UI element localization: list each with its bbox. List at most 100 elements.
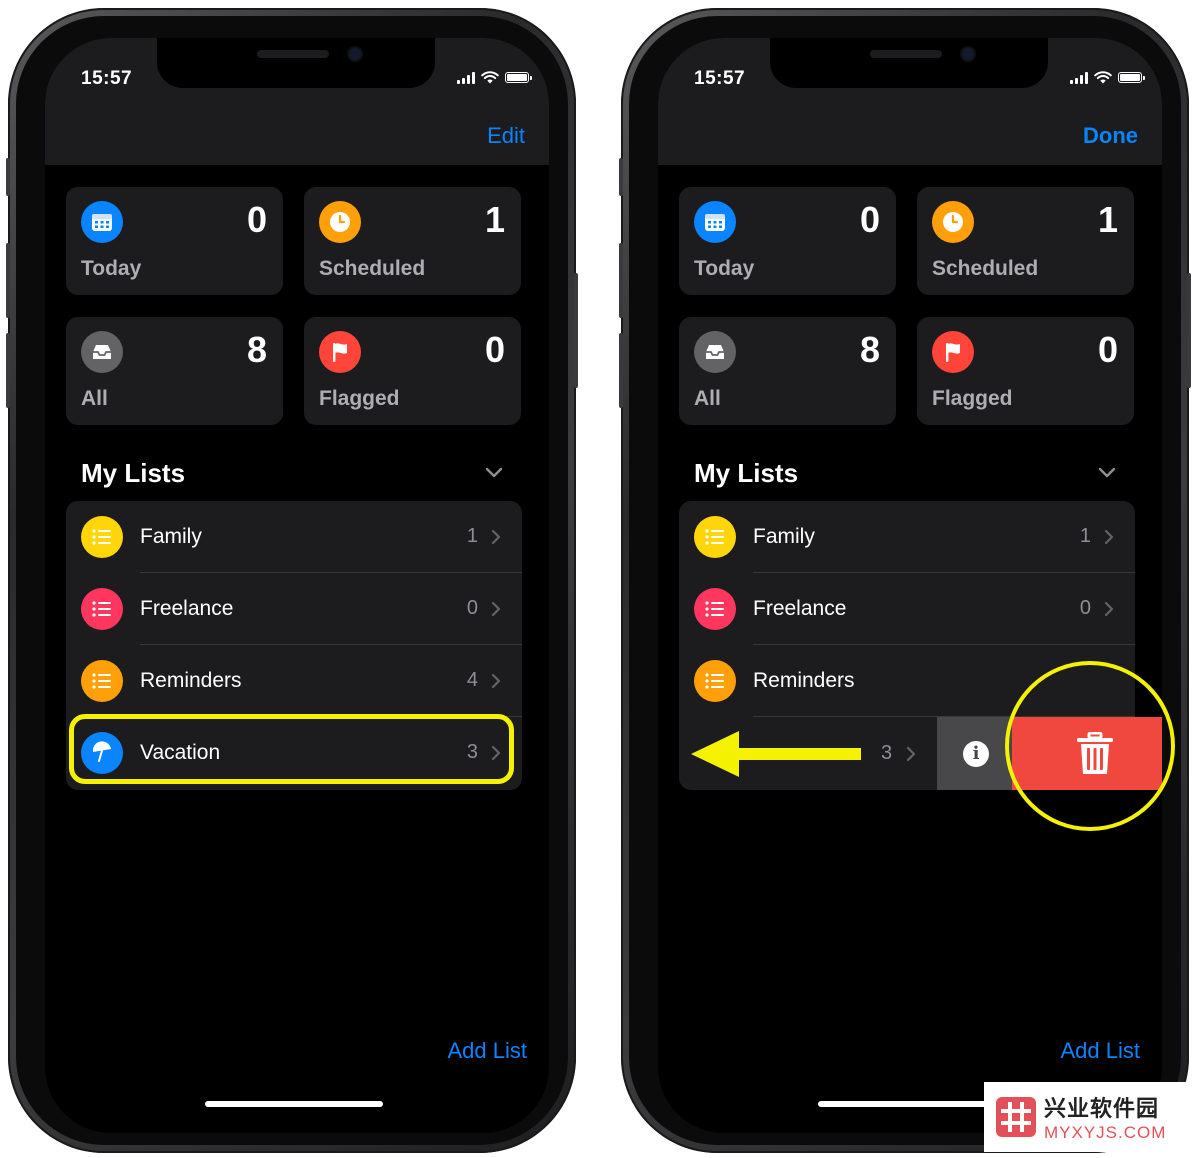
today-count: 0 [246, 199, 267, 240]
side-button [619, 158, 623, 196]
list-name: Family [140, 525, 202, 548]
smart-list-today[interactable]: 0 Today [66, 187, 283, 295]
scheduled-count: 1 [1097, 199, 1118, 240]
power-button [1187, 273, 1191, 388]
smart-list-flagged[interactable]: 0 Flagged [917, 317, 1134, 425]
all-label: All [694, 387, 721, 410]
chevron-right-icon [491, 601, 501, 617]
list-icon [81, 516, 123, 558]
list-item-family[interactable]: Family 1 [66, 501, 522, 573]
list-name: Freelance [753, 597, 847, 620]
smart-list-all[interactable]: 8 All [679, 317, 896, 425]
speaker [870, 50, 942, 58]
watermark-en: MYXYJS.COM [1044, 1123, 1167, 1142]
left-phone: 15:57 Edit 0 Today 1 Scheduled 8 All 0 F… [6, 8, 578, 1153]
list-count: 1 [466, 525, 478, 547]
flagged-count: 0 [1097, 329, 1118, 370]
volume-up-button [619, 243, 623, 318]
list-icon [694, 588, 736, 630]
info-button[interactable]: i [937, 717, 1015, 790]
watermark-cn: 兴业软件园 [1044, 1097, 1160, 1122]
wifi-icon [1094, 71, 1112, 84]
list-icon [694, 516, 736, 558]
cellular-signal-icon [457, 71, 475, 84]
smart-list-scheduled[interactable]: 1 Scheduled [304, 187, 521, 295]
tray-icon [81, 331, 123, 373]
watermark-text: 兴业软件园 MYXYJS.COM [1044, 1091, 1166, 1143]
list-name: Freelance [140, 597, 234, 620]
screen: 15:57 Done 0 Today 1 Scheduled 8 All 0 F… [658, 38, 1162, 1133]
list-item-freelance[interactable]: Freelance 0 [679, 573, 1135, 645]
chevron-right-icon [491, 529, 501, 545]
cellular-signal-icon [1070, 71, 1088, 84]
notch [157, 38, 435, 88]
list-count: 1 [1079, 525, 1091, 547]
my-lists-heading: My Lists [694, 458, 799, 488]
list-name: Reminders [140, 669, 242, 692]
watermark: 兴业软件园 MYXYJS.COM [984, 1082, 1190, 1152]
info-icon: i [963, 740, 989, 767]
list-icon [81, 588, 123, 630]
add-list-button[interactable]: Add List [448, 1038, 528, 1064]
home-indicator[interactable] [818, 1101, 996, 1107]
list-count: 0 [466, 597, 478, 619]
clock-icon [319, 201, 361, 243]
list-name: Reminders [753, 669, 855, 692]
today-count: 0 [859, 199, 880, 240]
chevron-right-icon [491, 673, 501, 689]
chevron-right-icon [906, 746, 916, 762]
my-lists: Family 1 Freelance 0 Reminders 4 Vacatio… [66, 501, 522, 790]
camera [962, 48, 974, 60]
right-phone: 15:57 Done 0 Today 1 Scheduled 8 All 0 F… [619, 8, 1191, 1153]
camera [349, 48, 361, 60]
tray-icon [694, 331, 736, 373]
status-time: 15:57 [694, 68, 746, 89]
scheduled-count: 1 [484, 199, 505, 240]
chevron-down-icon[interactable] [485, 466, 503, 478]
flag-icon [319, 331, 361, 373]
screen: 15:57 Edit 0 Today 1 Scheduled 8 All 0 F… [45, 38, 549, 1133]
smart-list-scheduled[interactable]: 1 Scheduled [917, 187, 1134, 295]
status-icons [457, 71, 532, 84]
flagged-count: 0 [484, 329, 505, 370]
my-lists-heading: My Lists [81, 458, 186, 488]
speaker [257, 50, 329, 58]
flagged-label: Flagged [319, 387, 400, 410]
smart-list-flagged[interactable]: 0 Flagged [304, 317, 521, 425]
volume-down-button [619, 333, 623, 408]
list-icon [81, 660, 123, 702]
all-count: 8 [859, 329, 880, 370]
add-list-button[interactable]: Add List [1061, 1038, 1141, 1064]
done-button[interactable]: Done [1083, 123, 1138, 149]
swipe-left-arrow-icon [691, 731, 861, 777]
chevron-down-icon[interactable] [1098, 466, 1116, 478]
wifi-icon [481, 71, 499, 84]
smart-list-all[interactable]: 8 All [66, 317, 283, 425]
chevron-right-icon [1104, 529, 1114, 545]
scheduled-label: Scheduled [319, 257, 426, 280]
volume-down-button [6, 333, 10, 408]
flagged-label: Flagged [932, 387, 1013, 410]
list-item-freelance[interactable]: Freelance 0 [66, 573, 522, 645]
edit-button[interactable]: Edit [487, 123, 525, 149]
power-button [574, 273, 578, 388]
list-item-reminders[interactable]: Reminders 4 [66, 645, 522, 717]
scheduled-label: Scheduled [932, 257, 1039, 280]
list-count: 0 [1079, 597, 1091, 619]
list-count: 3 [881, 742, 893, 764]
list-count: 4 [466, 669, 478, 691]
home-indicator[interactable] [205, 1101, 383, 1107]
calendar-icon [694, 201, 736, 243]
calendar-icon [81, 201, 123, 243]
status-icons [1070, 71, 1145, 84]
list-name: Family [753, 525, 815, 548]
all-label: All [81, 387, 108, 410]
battery-icon [505, 72, 532, 83]
smart-list-today[interactable]: 0 Today [679, 187, 896, 295]
notch [770, 38, 1048, 88]
list-item-family[interactable]: Family 1 [679, 501, 1135, 573]
today-label: Today [81, 257, 142, 280]
side-button [6, 158, 10, 196]
highlight-box [69, 714, 514, 784]
status-time: 15:57 [81, 68, 133, 89]
